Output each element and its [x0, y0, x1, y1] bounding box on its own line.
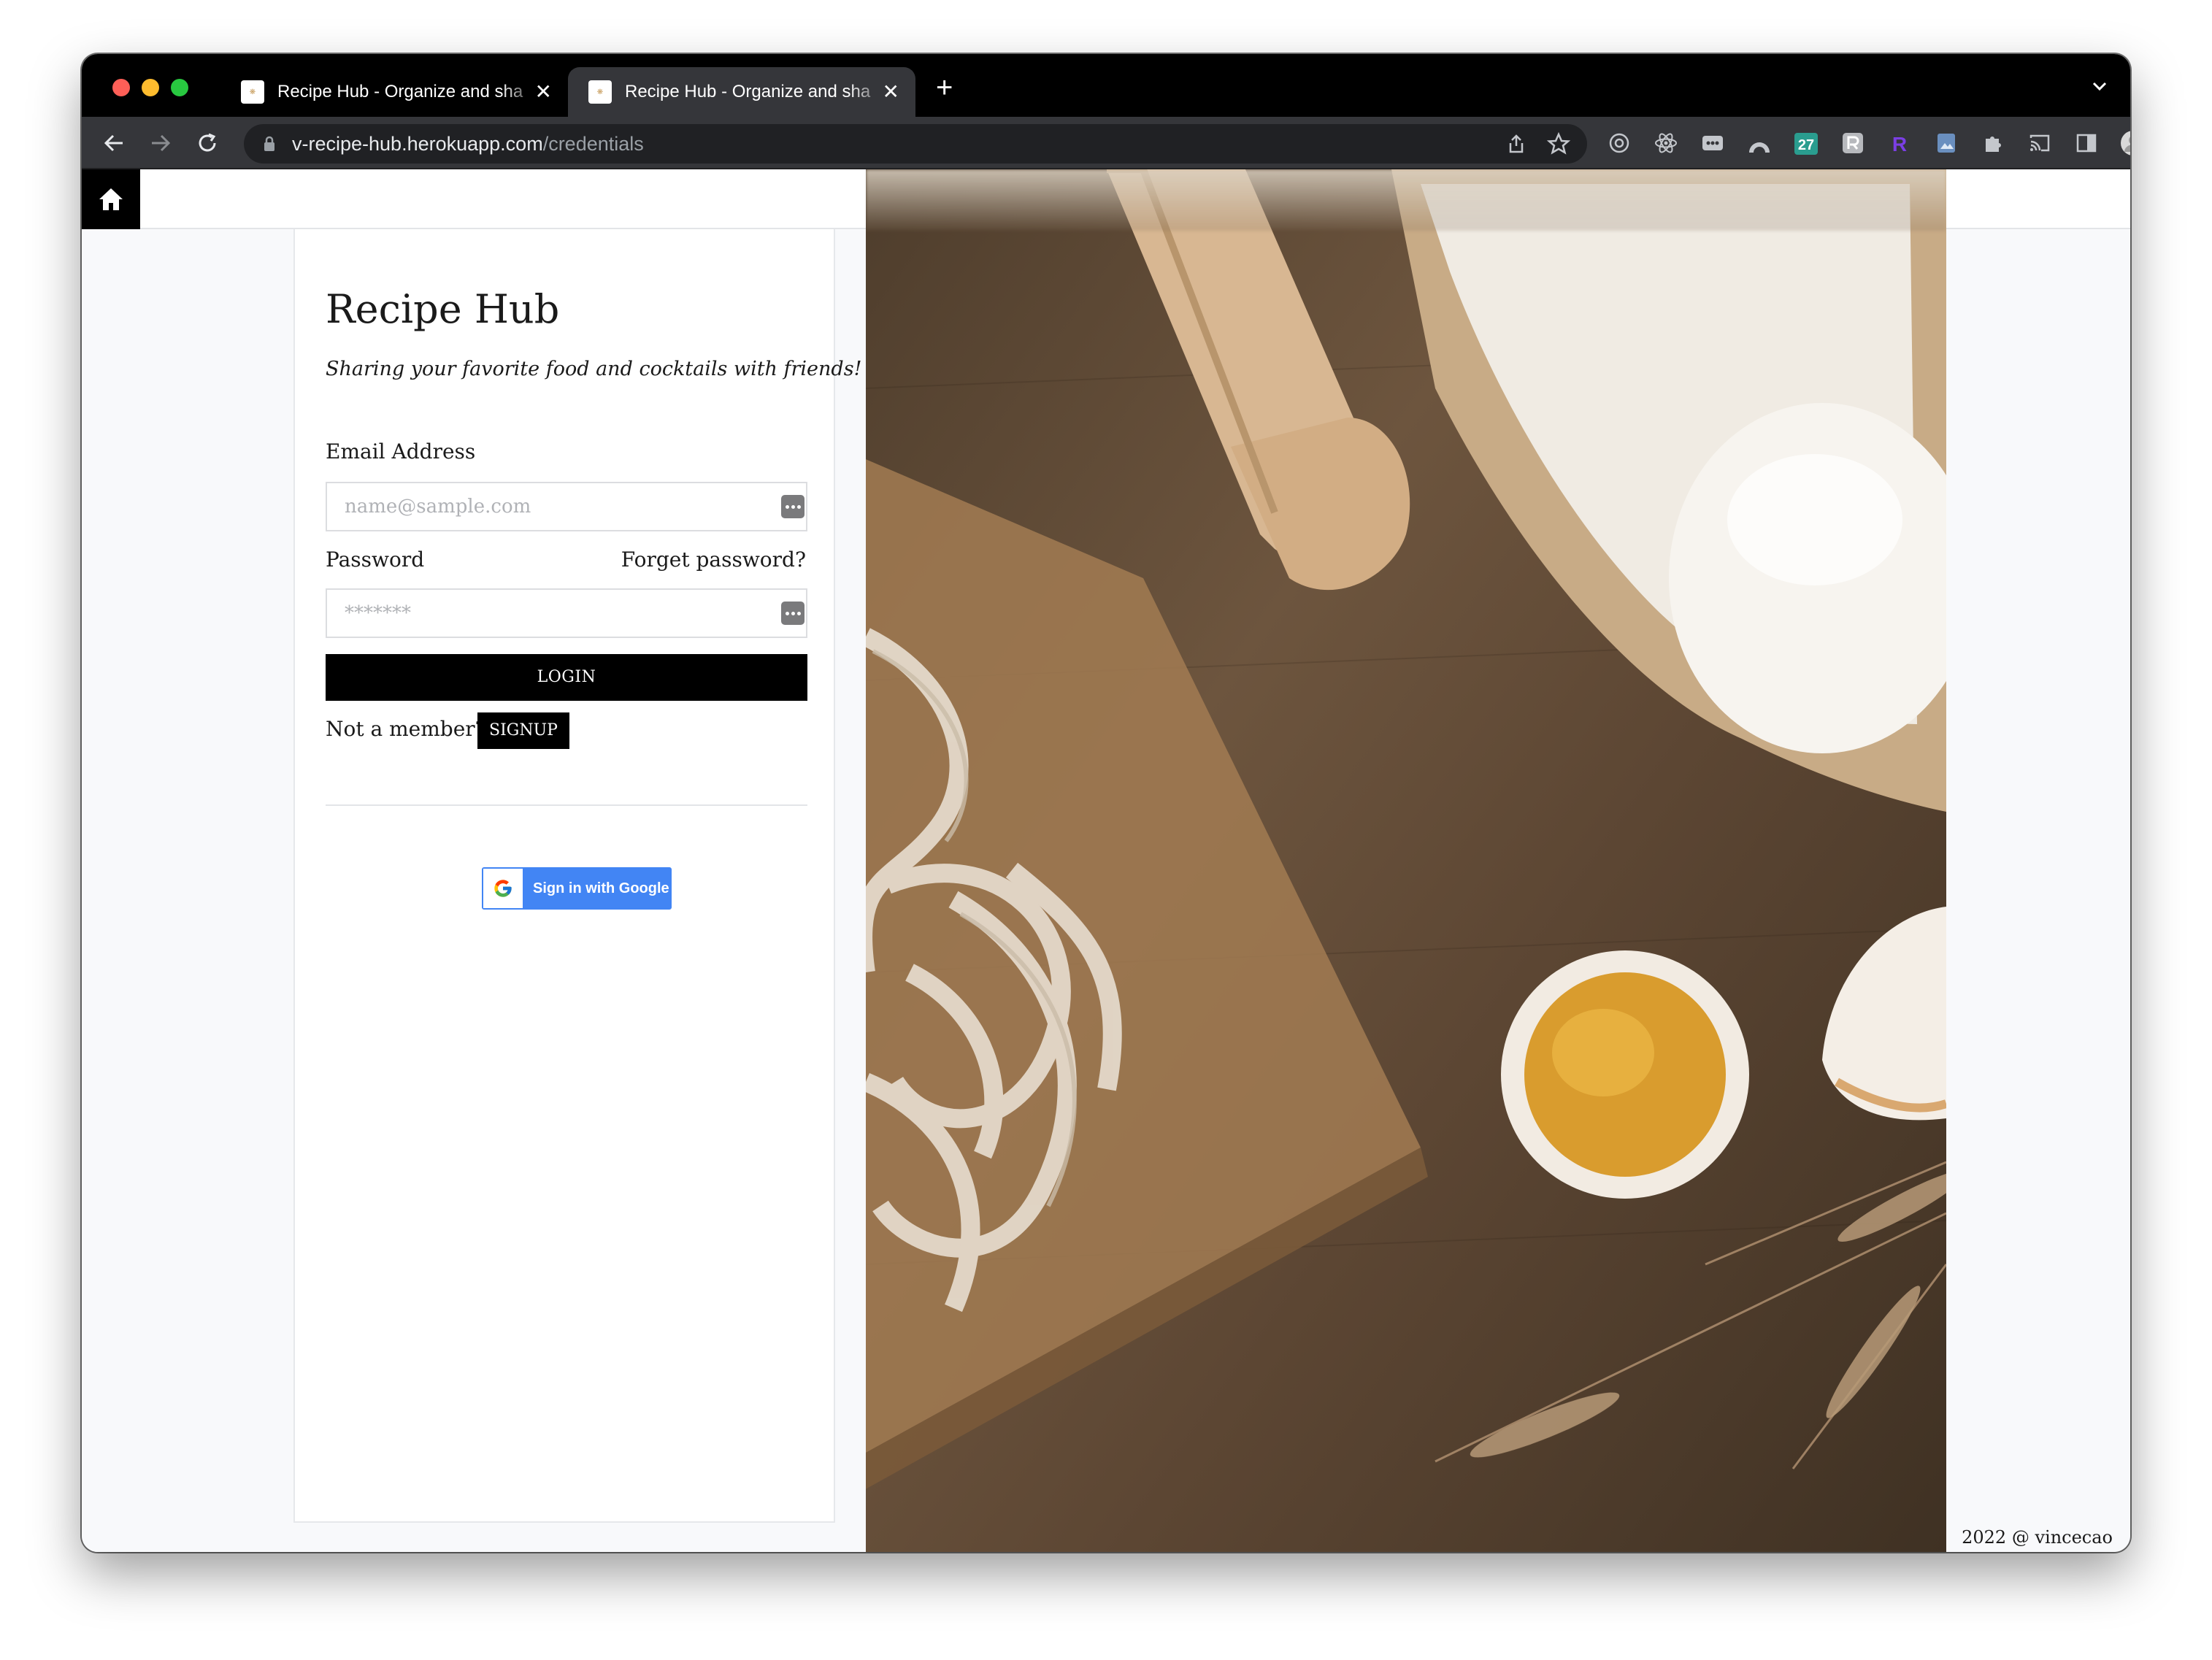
- address-bar[interactable]: v-recipe-hub.herokuapp.com/credentials: [244, 124, 1587, 164]
- grammar-icon[interactable]: [1840, 130, 1866, 156]
- arc-icon[interactable]: [1746, 130, 1773, 156]
- web-page: Recipe Hub Sharing your favorite food an…: [82, 169, 2130, 1552]
- login-card: Recipe Hub Sharing your favorite food an…: [293, 229, 861, 1523]
- browser-toolbar: v-recipe-hub.herokuapp.com/credentials 2…: [82, 117, 2130, 169]
- profile-avatar-icon[interactable]: [2120, 130, 2130, 156]
- forward-arrow-icon[interactable]: [147, 130, 174, 156]
- tab-strip: ❋ Recipe Hub - Organize and sha ✕ ❋ Reci…: [82, 54, 2130, 117]
- new-tab-icon[interactable]: +: [936, 73, 953, 102]
- lock-icon: [264, 136, 274, 151]
- password-manager-key-icon[interactable]: [781, 495, 804, 518]
- password-manager-key-icon[interactable]: [781, 602, 804, 625]
- email-label: Email Address: [326, 439, 476, 464]
- recipe-hub-favicon-icon: ❋: [241, 80, 264, 104]
- r-extension-icon[interactable]: R: [1886, 130, 1913, 156]
- minimize-window-button[interactable]: [142, 79, 159, 96]
- home-icon: [99, 188, 123, 210]
- baking-ingredients-image: [866, 169, 1946, 1489]
- recipe-hub-favicon-icon: ❋: [588, 80, 612, 104]
- hero-top-blur: [866, 169, 1946, 231]
- close-window-button[interactable]: [112, 79, 130, 96]
- browser-tab-active[interactable]: ❋ Recipe Hub - Organize and sha ✕: [568, 67, 915, 117]
- signup-button[interactable]: SIGNUP: [477, 712, 569, 749]
- tab-title: Recipe Hub - Organize and sha: [625, 82, 871, 101]
- password-label: Password: [326, 547, 425, 572]
- back-arrow-icon[interactable]: [101, 130, 127, 156]
- forgot-password-link[interactable]: Forget password?: [621, 547, 806, 572]
- url-host: v-recipe-hub.herokuapp.com: [292, 133, 543, 155]
- google-signin-button[interactable]: Sign in with Google: [482, 867, 672, 910]
- browser-window: ❋ Recipe Hub - Organize and sha ✕ ❋ Reci…: [82, 54, 2130, 1552]
- home-button[interactable]: [82, 169, 140, 229]
- puzzle-icon[interactable]: [1980, 130, 2006, 156]
- google-signin-label: Sign in with Google: [533, 880, 669, 896]
- brand-title: Recipe Hub: [326, 286, 560, 332]
- chevron-down-icon[interactable]: [2089, 76, 2110, 96]
- react-devtools-icon[interactable]: [1653, 130, 1679, 156]
- screenshot-icon[interactable]: [1933, 130, 1959, 156]
- browser-tab[interactable]: ❋ Recipe Hub - Organize and sha ✕: [220, 67, 568, 117]
- tagline: Sharing your favorite food and cocktails…: [326, 358, 862, 380]
- password-manager-icon[interactable]: [1700, 130, 1726, 156]
- hero-photo: [866, 169, 1946, 1552]
- email-field[interactable]: [326, 482, 807, 531]
- tab-title: Recipe Hub - Organize and sha: [277, 82, 523, 101]
- r-ext-label: R: [1892, 133, 1907, 155]
- bookmark-star-icon[interactable]: [1546, 131, 1571, 156]
- reload-icon[interactable]: [194, 130, 220, 156]
- footer-credit: 2022 @ vincecao: [1962, 1527, 2113, 1548]
- url-text: v-recipe-hub.herokuapp.com/credentials: [292, 133, 644, 155]
- not-member-text: Not a member?: [326, 717, 486, 741]
- divider: [326, 804, 807, 806]
- share-icon[interactable]: [1505, 133, 1527, 155]
- maximize-window-button[interactable]: [171, 79, 188, 96]
- calendar-ext-label: 27: [1798, 137, 1814, 153]
- chatgpt-icon[interactable]: [1606, 130, 1632, 156]
- calendar-27-icon[interactable]: 27: [1793, 130, 1819, 156]
- login-button[interactable]: LOGIN: [326, 654, 807, 701]
- desktop: ❋ Recipe Hub - Organize and sha ✕ ❋ Reci…: [0, 0, 2212, 1660]
- tab-close-icon[interactable]: ✕: [535, 80, 552, 104]
- cast-icon[interactable]: [2027, 130, 2053, 156]
- url-path: /credentials: [542, 133, 644, 155]
- sidepanel-icon[interactable]: [2073, 130, 2100, 156]
- tab-close-icon[interactable]: ✕: [883, 80, 899, 104]
- password-field[interactable]: [326, 588, 807, 638]
- google-logo-icon: [483, 869, 523, 908]
